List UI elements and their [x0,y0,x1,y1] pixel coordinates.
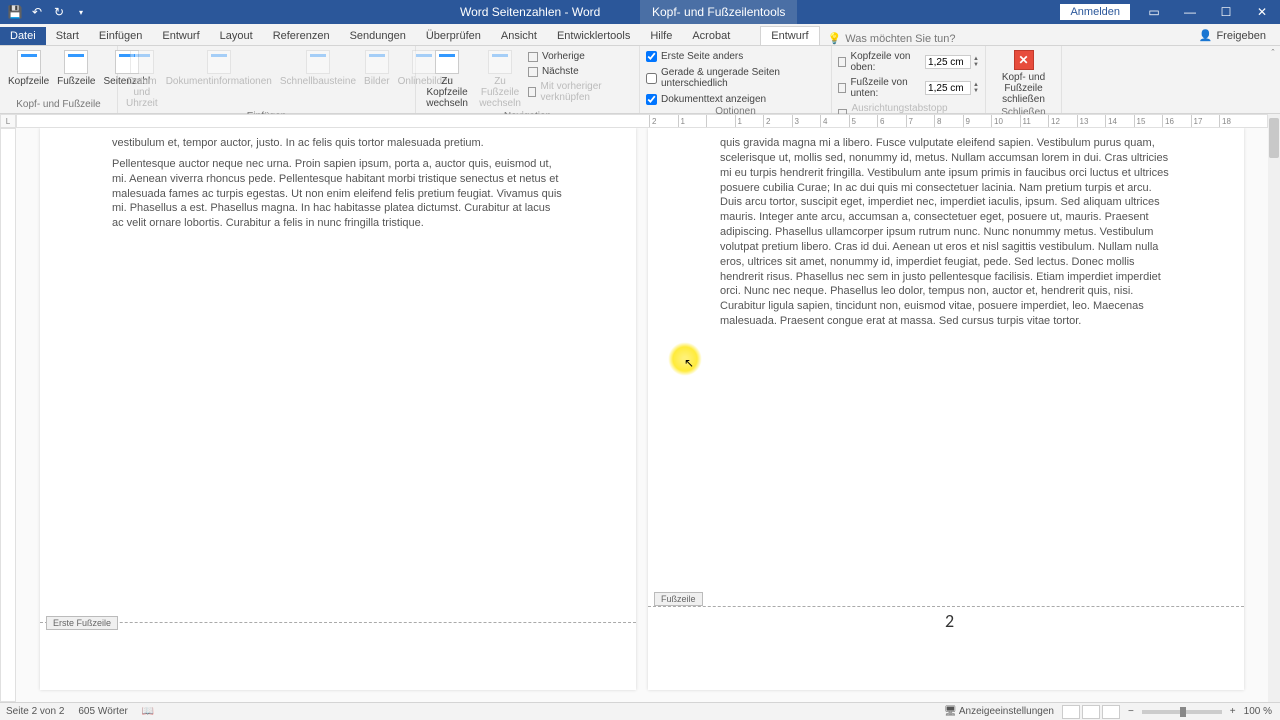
title-bar: 💾 ↶ ↻ ▾ Word Seitenzahlen - Word Kopf- u… [0,0,1280,24]
paragraph: Pellentesque auctor neque nec urna. Proi… [112,157,564,231]
qat-more-icon[interactable]: ▾ [74,5,88,19]
tab-file[interactable]: Datei [0,27,46,45]
view-read-button[interactable] [1062,705,1080,719]
tab-layout[interactable]: Layout [210,27,263,45]
view-web-button[interactable] [1102,705,1120,719]
status-bar: Seite 2 von 2 605 Wörter 📖 🖥 Anzeigeeins… [0,702,1280,720]
share-button[interactable]: 👤 Freigeben [1193,26,1272,45]
footer-tag: Fußzeile [654,592,703,606]
footer-tag-first: Erste Fußzeile [46,616,118,630]
tab-developer[interactable]: Entwicklertools [547,27,640,45]
zoom-level[interactable]: 100 % [1244,706,1272,717]
header-top-input[interactable] [925,55,971,69]
zoom-in-button[interactable]: + [1230,706,1236,717]
goto-footer-button: Zu Fußzeile wechseln [474,48,526,111]
page-1[interactable]: vestibulum et, tempor auctor, justo. In … [40,128,636,690]
show-doc-text-checkbox[interactable]: Dokumenttext anzeigen [644,93,768,106]
share-icon: 👤 [1199,29,1213,42]
minimize-icon[interactable]: — [1172,0,1208,24]
header-button[interactable]: Kopfzeile [4,48,53,89]
redo-icon[interactable]: ↻ [52,5,66,19]
vertical-ruler[interactable] [0,128,16,702]
close-x-icon: ✕ [1014,50,1034,70]
save-icon[interactable]: 💾 [8,5,22,19]
page-2[interactable]: quis gravida magna mi a libero. Fusce vu… [648,128,1244,690]
maximize-icon[interactable]: ☐ [1208,0,1244,24]
footer-bottom-input[interactable] [925,81,971,95]
odd-even-different-checkbox[interactable]: Gerade & ungerade Seiten unterschiedlich [644,66,827,90]
tell-me-placeholder: Was möchten Sie tun? [845,33,955,45]
tab-acrobat[interactable]: Acrobat [682,27,740,45]
lightbulb-icon: 💡 [828,32,842,45]
next-button[interactable]: Nächste [526,65,635,78]
ruler-corner: L [0,114,16,128]
first-page-different-checkbox[interactable]: Erste Seite anders [644,50,745,63]
vertical-scrollbar[interactable] [1268,114,1280,702]
proofing-icon[interactable]: 📖 [142,706,154,717]
tab-mailings[interactable]: Sendungen [340,27,416,45]
close-header-footer-button[interactable]: ✕ Kopf- und Fußzeile schließen [990,48,1057,107]
ribbon: Kopfzeile Fußzeile Seitenzahl Kopf- und … [0,46,1280,114]
body-text-right: quis gravida magna mi a libero. Fusce vu… [648,128,1244,329]
scrollbar-thumb[interactable] [1269,118,1279,158]
view-print-button[interactable] [1082,705,1100,719]
zoom-out-button[interactable]: − [1128,706,1134,717]
page-number-field[interactable]: 2 [945,610,954,632]
document-area: vestibulum et, tempor auctor, justo. In … [16,128,1268,702]
footer-button[interactable]: Fußzeile [53,48,99,89]
tab-review[interactable]: Überprüfen [416,27,491,45]
ribbon-tabs: Datei Start Einfügen Entwurf Layout Refe… [0,24,1280,46]
tab-references[interactable]: Referenzen [263,27,340,45]
group-hf-label: Kopf- und Fußzeile [4,99,113,111]
header-top-spinner[interactable]: Kopfzeile von oben: ▲▼ [836,50,981,74]
collapse-ribbon-icon[interactable]: ˆ [1272,48,1275,58]
tab-start[interactable]: Start [46,27,89,45]
tab-design[interactable]: Entwurf [152,27,209,45]
paragraph: quis gravida magna mi a libero. Fusce vu… [720,136,1172,329]
tab-hf-design[interactable]: Entwurf [760,26,819,45]
quickparts-button: Schnellbausteine [276,48,360,89]
signin-button[interactable]: Anmelden [1060,4,1130,20]
undo-icon[interactable]: ↶ [30,5,44,19]
body-text-left: vestibulum et, tempor auctor, justo. In … [40,128,636,231]
footer-bottom-spinner[interactable]: Fußzeile von unten: ▲▼ [836,76,981,100]
horizontal-ruler[interactable]: 21123456789101112131415161718 [16,114,1268,128]
tell-me-search[interactable]: 💡 Was möchten Sie tun? [820,32,964,45]
status-page[interactable]: Seite 2 von 2 [6,706,64,717]
paragraph: vestibulum et, tempor auctor, justo. In … [112,136,564,151]
tab-help[interactable]: Hilfe [640,27,682,45]
document-title: Word Seitenzahlen - Word [460,5,600,19]
docinfo-button: Dokumentinformationen [162,48,276,89]
display-settings[interactable]: 🖥 Anzeigeeinstellungen [944,706,1054,717]
previous-button[interactable]: Vorherige [526,50,635,63]
context-tool-label: Kopf- und Fußzeilentools [640,0,797,24]
status-words[interactable]: 605 Wörter [78,706,127,717]
link-previous-button: Mit vorheriger verknüpfen [526,80,635,104]
close-icon[interactable]: ✕ [1244,0,1280,24]
share-label: Freigeben [1216,30,1266,42]
ribbon-options-icon[interactable]: ▭ [1136,0,1172,24]
tab-insert[interactable]: Einfügen [89,27,152,45]
zoom-slider[interactable] [1142,710,1222,714]
tab-view[interactable]: Ansicht [491,27,547,45]
pictures-button: Bilder [360,48,394,89]
